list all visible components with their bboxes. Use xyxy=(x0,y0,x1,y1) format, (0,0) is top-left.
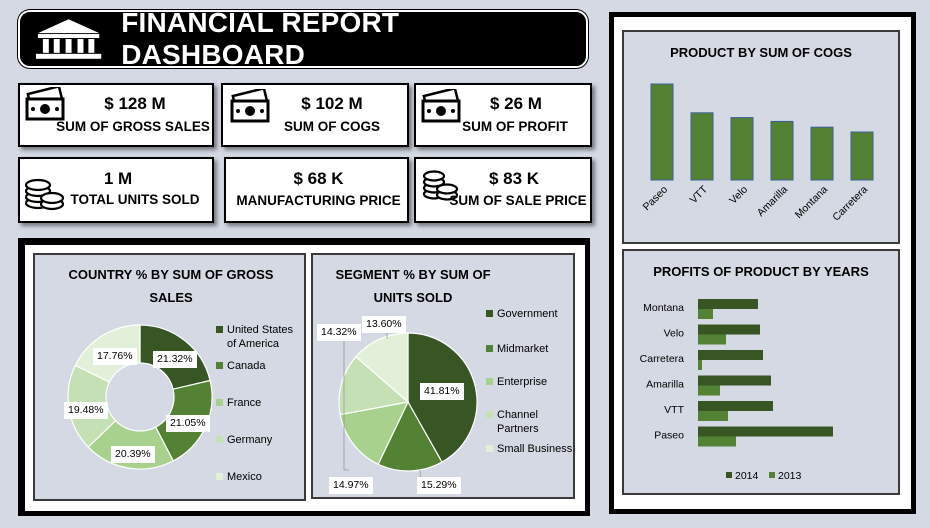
kpi-card-units-sold: 1 M TOTAL UNITS SOLD xyxy=(18,157,214,223)
data-label: 14.32% xyxy=(317,324,361,341)
bar xyxy=(698,299,758,309)
kpi-value: $ 128 M xyxy=(104,94,166,113)
bar xyxy=(690,112,714,181)
bar xyxy=(650,83,674,181)
legend-label: 2014 xyxy=(735,470,759,482)
data-label: 21.32% xyxy=(153,351,197,368)
category-label: Velo xyxy=(727,184,750,207)
kpi-value: $ 102 M xyxy=(301,94,363,113)
legend-label: 2013 xyxy=(778,470,802,482)
legend-swatch xyxy=(216,473,223,480)
country-donut-panel: COUNTRY % BY SUM OF GROSS SALES 21.32% 21… xyxy=(33,253,306,501)
data-label: 41.81% xyxy=(420,383,464,400)
category-label: Paseo xyxy=(641,184,671,214)
country-donut-chart xyxy=(67,324,213,470)
data-label: 15.29% xyxy=(417,477,461,494)
data-label: 21.05% xyxy=(166,415,210,432)
legend-swatch xyxy=(769,472,775,478)
legend-label: Enterprise xyxy=(497,376,548,388)
page-title: FINANCIAL REPORT DASHBOARD xyxy=(121,7,400,70)
legend-label: United States of America xyxy=(227,324,294,350)
bank-icon xyxy=(35,19,102,59)
cogs-bar-panel: PRODUCT BY SUM OF COGS Paseo VTT Velo Amari… xyxy=(622,30,900,244)
bar xyxy=(698,334,726,345)
legend-swatch xyxy=(216,362,223,369)
legend-label: France xyxy=(227,397,262,409)
kpi-label: SUM OF PROFIT xyxy=(462,119,568,134)
category-label: Montana xyxy=(643,302,684,314)
bar xyxy=(698,385,720,396)
data-label: 17.76% xyxy=(93,348,137,365)
legend-swatch xyxy=(486,445,493,452)
legend-label: Germany xyxy=(227,434,273,446)
category-label: Montana xyxy=(793,184,830,221)
legend-swatch xyxy=(216,326,223,333)
kpi-card-cogs: $ 102 M SUM OF COGS xyxy=(221,83,409,147)
kpi-card-gross-sales: $ 128 M SUM OF GROSS SALES xyxy=(18,83,214,147)
cogs-bar-chart: Paseo VTT Velo Amarilla Montana Carretera xyxy=(641,83,874,224)
bar xyxy=(850,131,874,181)
bar xyxy=(698,324,760,335)
kpi-label: TOTAL UNITS SOLD xyxy=(70,192,200,207)
kpi-label: SUM OF SALE PRICE xyxy=(449,193,587,208)
profits-bar-chart: Montana Velo Carretera Amarilla VTT Paseo 2014… xyxy=(640,299,833,482)
bar xyxy=(730,117,754,181)
bar xyxy=(770,120,794,181)
legend-swatch xyxy=(486,310,493,317)
category-label: Paseo xyxy=(654,430,684,442)
category-label: VTT xyxy=(664,404,684,416)
data-label: 19.48% xyxy=(64,402,108,419)
profits-bar-panel: PROFITS OF PRODUCT BY YEARS Montana Velo C… xyxy=(622,249,900,495)
kpi-card-profit: $ 26 M SUM OF PROFIT xyxy=(414,83,592,147)
legend-swatch xyxy=(216,399,223,406)
bar xyxy=(698,401,773,411)
bar xyxy=(810,126,834,181)
kpi-card-manufacturing-price: $ 68 K MANUFACTURING PRICE xyxy=(224,157,409,223)
category-label: Carretera xyxy=(640,353,685,365)
category-label: Carretera xyxy=(830,184,870,224)
data-label: 14.97% xyxy=(329,477,373,494)
kpi-label: SUM OF GROSS SALES xyxy=(56,119,210,134)
legend-label: Government xyxy=(497,308,558,320)
data-label: 13.60% xyxy=(362,316,406,333)
category-label: Velo xyxy=(664,328,685,340)
kpi-value: 1 M xyxy=(103,169,133,188)
data-label: 20.39% xyxy=(111,446,155,463)
legend-swatch xyxy=(486,378,493,385)
legend-label: Mexico xyxy=(227,471,262,483)
legend-swatch xyxy=(486,411,493,418)
legend-label: Canada xyxy=(227,360,266,372)
category-label: VTT xyxy=(688,183,711,206)
legend-label: Small Business xyxy=(497,443,573,455)
legend-swatch xyxy=(486,345,493,352)
kpi-label: MANUFACTURING PRICE xyxy=(236,193,401,208)
bar xyxy=(698,309,713,319)
title-banner: FINANCIAL REPORT DASHBOARD xyxy=(18,7,588,70)
legend-label: Channel Partners xyxy=(497,409,539,435)
bar xyxy=(698,360,702,370)
kpi-label: SUM OF COGS xyxy=(283,119,380,134)
kpi-card-sale-price: $ 83 K SUM OF SALE PRICE xyxy=(414,157,592,223)
bar xyxy=(698,426,833,437)
legend-swatch xyxy=(216,436,223,443)
legend-swatch xyxy=(726,472,732,478)
bar xyxy=(698,350,763,360)
category-label: Amarilla xyxy=(755,184,790,219)
bar xyxy=(698,436,736,447)
legend-label: Midmarket xyxy=(497,343,549,355)
kpi-value: $ 83 K xyxy=(488,169,540,188)
bar xyxy=(698,411,728,421)
segment-pie-panel: SEGMENT % BY SUM OF UNITS SOLD 41.81% 15.… xyxy=(311,253,575,499)
kpi-value: $ 26 M xyxy=(490,94,542,113)
bar xyxy=(698,375,771,386)
kpi-value: $ 68 K xyxy=(293,169,344,188)
category-label: Amarilla xyxy=(646,379,684,391)
